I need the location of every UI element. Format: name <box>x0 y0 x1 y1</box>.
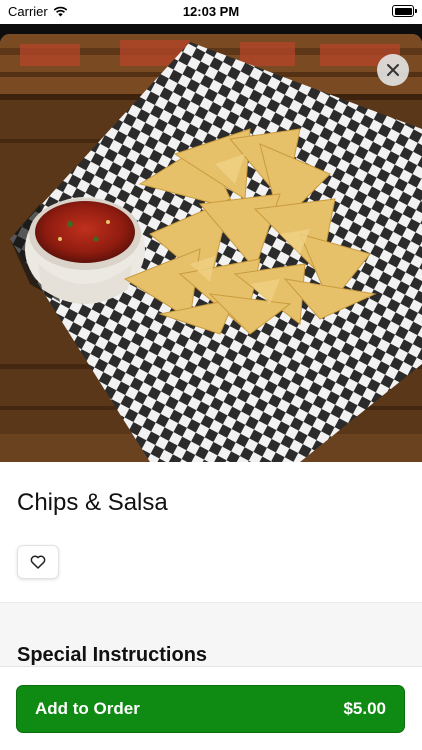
battery-icon <box>392 5 417 17</box>
close-icon <box>387 64 399 76</box>
status-time: 12:03 PM <box>182 4 240 19</box>
special-instructions-heading: Special Instructions <box>17 644 208 666</box>
order-footer: Add to Order $5.00 <box>0 666 422 750</box>
item-photo <box>0 34 422 462</box>
add-to-order-label: Add to Order <box>35 699 140 718</box>
status-bar: Carrier 12:03 PM <box>0 0 422 24</box>
chips-and-salsa-photo <box>0 34 422 462</box>
add-to-order-button[interactable]: Add to Order $5.00 <box>16 685 405 733</box>
favorite-button[interactable] <box>17 545 59 579</box>
status-right <box>392 5 417 17</box>
item-title: Chips & Salsa <box>17 489 168 516</box>
close-button[interactable] <box>377 54 409 86</box>
order-price: $5.00 <box>343 699 386 718</box>
item-detail-sheet: Chips & Salsa Special Instructions Add t… <box>0 34 422 750</box>
heart-icon <box>30 555 46 569</box>
